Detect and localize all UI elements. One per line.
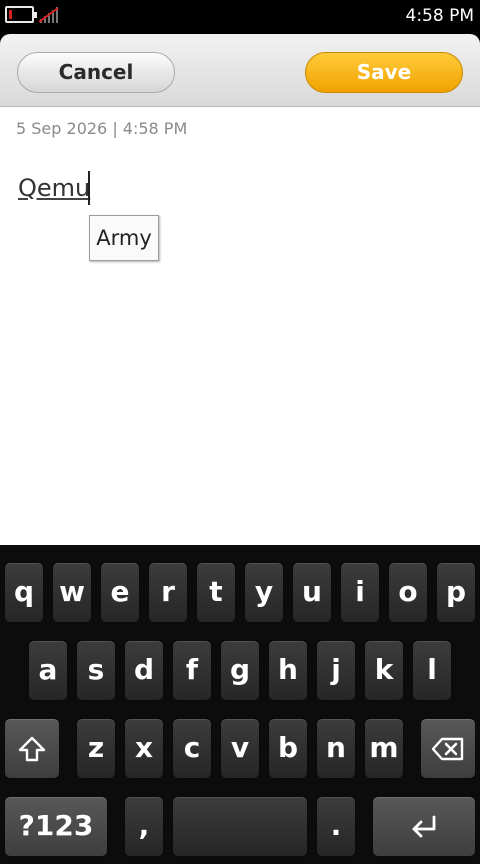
key-c[interactable]: c [172, 718, 212, 779]
key-m[interactable]: m [364, 718, 404, 779]
shift-key[interactable] [4, 718, 60, 779]
key-h[interactable]: h [268, 640, 308, 701]
key-r[interactable]: r [148, 562, 188, 623]
symbols-key[interactable]: ?123 [4, 796, 108, 857]
key-i[interactable]: i [340, 562, 380, 623]
note-editor[interactable]: 5 Sep 2026 | 4:58 PM Qemu Army [0, 107, 480, 545]
key-j[interactable]: j [316, 640, 356, 701]
cancel-button[interactable]: Cancel [17, 52, 175, 93]
autocorrect-suggestion[interactable]: Army [89, 215, 159, 261]
virtual-keyboard: q w e r t y u i o p a s d f g h j k l z … [0, 545, 480, 864]
enter-icon [412, 815, 436, 837]
enter-key[interactable] [372, 796, 476, 857]
key-s[interactable]: s [76, 640, 116, 701]
status-time: 4:58 PM [405, 6, 475, 26]
key-p[interactable]: p [436, 562, 476, 623]
key-n[interactable]: n [316, 718, 356, 779]
status-bar: 4:58 PM [0, 0, 480, 34]
signal-icon [39, 7, 59, 23]
key-z[interactable]: z [76, 718, 116, 779]
key-l[interactable]: l [412, 640, 452, 701]
key-a[interactable]: a [28, 640, 68, 701]
key-k[interactable]: k [364, 640, 404, 701]
note-timestamp: 5 Sep 2026 | 4:58 PM [16, 119, 188, 138]
key-g[interactable]: g [220, 640, 260, 701]
shift-icon [18, 736, 46, 761]
key-t[interactable]: t [196, 562, 236, 623]
key-u[interactable]: u [292, 562, 332, 623]
note-text-input[interactable]: Qemu [18, 174, 90, 202]
save-button[interactable]: Save [305, 52, 463, 93]
key-f[interactable]: f [172, 640, 212, 701]
key-comma[interactable]: , [124, 796, 164, 857]
text-caret [88, 171, 90, 205]
key-e[interactable]: e [100, 562, 140, 623]
key-q[interactable]: q [4, 562, 44, 623]
key-period[interactable]: . [316, 796, 356, 857]
key-w[interactable]: w [52, 562, 92, 623]
key-d[interactable]: d [124, 640, 164, 701]
key-b[interactable]: b [268, 718, 308, 779]
battery-icon [5, 6, 37, 23]
key-x[interactable]: x [124, 718, 164, 779]
key-o[interactable]: o [388, 562, 428, 623]
key-y[interactable]: y [244, 562, 284, 623]
space-key[interactable] [172, 796, 308, 857]
backspace-icon [431, 737, 464, 760]
backspace-key[interactable] [420, 718, 476, 779]
editor-toolbar: Cancel Save [0, 34, 480, 107]
key-v[interactable]: v [220, 718, 260, 779]
